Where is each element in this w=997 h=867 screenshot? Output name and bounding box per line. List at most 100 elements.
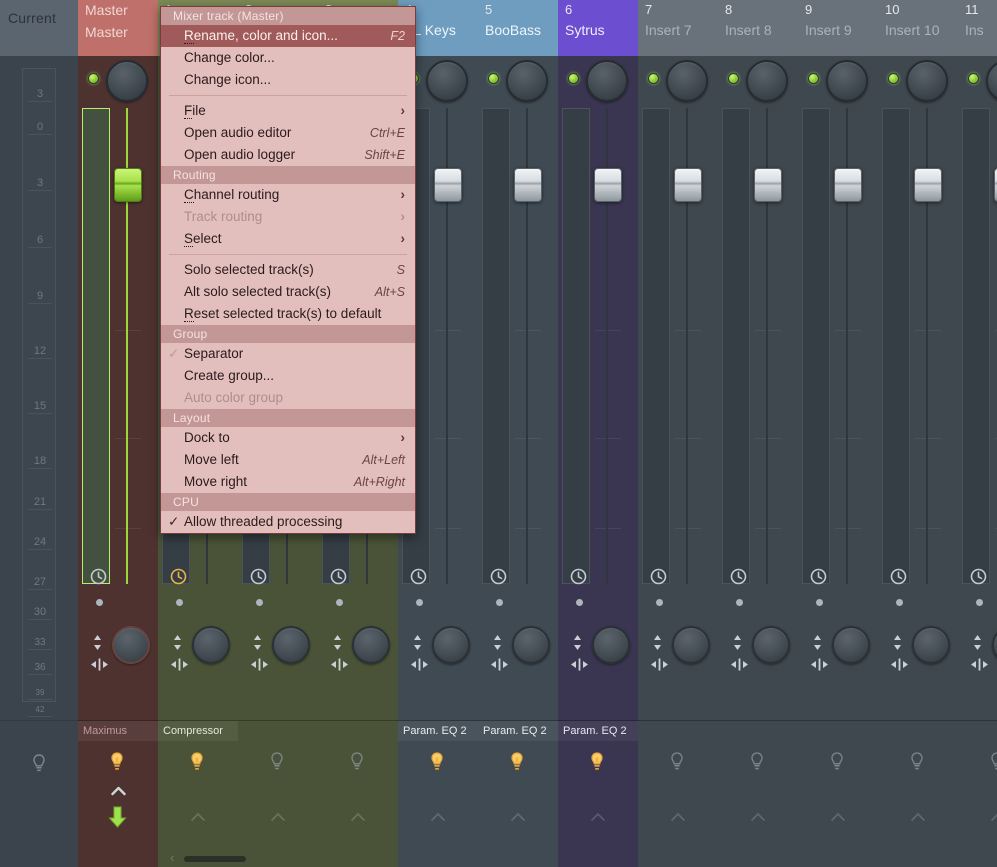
mixer-track-context-menu[interactable]: Mixer track (Master) Rename, color and i… <box>160 6 416 534</box>
enable-led[interactable] <box>88 73 99 84</box>
menu-item[interactable]: Change color... <box>161 47 415 69</box>
pan-knob[interactable] <box>832 626 870 664</box>
stereo-separation-icon[interactable] <box>810 634 825 656</box>
volume-knob[interactable] <box>906 60 948 102</box>
pan-icon[interactable] <box>890 657 909 677</box>
mixer-strip[interactable]: Master Master Maximus <box>78 0 158 867</box>
bulb-icon[interactable] <box>268 751 286 780</box>
slot-arrow-icon[interactable] <box>670 809 686 827</box>
mixer-strip[interactable]: 5 BooBass Param. EQ 2 <box>478 0 558 867</box>
volume-fader-handle[interactable] <box>914 168 942 202</box>
volume-knob[interactable] <box>986 60 997 102</box>
menu-item[interactable]: File › <box>161 100 415 122</box>
slot-arrow-icon[interactable] <box>910 809 926 827</box>
stereo-separation-icon[interactable] <box>890 634 905 656</box>
menu-item[interactable]: Alt solo selected track(s) Alt+S <box>161 281 415 303</box>
bulb-icon[interactable] <box>908 751 926 780</box>
effect-slot-area[interactable]: Compressor <box>158 720 238 867</box>
effect-slot-area[interactable] <box>718 720 798 867</box>
effect-slot-area[interactable]: Param. EQ 2 <box>478 720 558 867</box>
stereo-separation-icon[interactable] <box>730 634 745 656</box>
record-dot-icon[interactable] <box>656 599 663 606</box>
menu-item[interactable]: Select › <box>161 228 415 250</box>
volume-knob[interactable] <box>746 60 788 102</box>
enable-led[interactable] <box>808 73 819 84</box>
slot-arrow-icon[interactable] <box>190 809 206 827</box>
volume-knob[interactable] <box>106 60 148 102</box>
menu-item[interactable]: ✓ Allow threaded processing <box>161 511 415 533</box>
horizontal-scrollbar[interactable]: ‹ <box>170 850 288 866</box>
strip-header[interactable]: 7 Insert 7 <box>638 0 718 56</box>
pan-icon[interactable] <box>410 657 429 677</box>
record-dot-icon[interactable] <box>176 599 183 606</box>
slot-arrow-icon[interactable] <box>830 809 846 827</box>
scrollbar-thumb[interactable] <box>184 856 246 862</box>
pan-icon[interactable] <box>570 657 589 677</box>
enable-led[interactable] <box>888 73 899 84</box>
clock-icon[interactable] <box>330 568 347 590</box>
arrow-down-icon[interactable] <box>108 806 127 833</box>
mixer-strip[interactable]: 7 Insert 7 <box>638 0 718 867</box>
volume-fader-handle[interactable] <box>514 168 542 202</box>
effect-slot-area[interactable] <box>238 720 318 867</box>
record-dot-icon[interactable] <box>736 599 743 606</box>
pan-knob[interactable] <box>992 626 997 664</box>
pan-knob[interactable] <box>752 626 790 664</box>
pan-icon[interactable] <box>90 657 109 677</box>
effect-slot-area[interactable] <box>318 720 398 867</box>
bulb-icon[interactable] <box>668 751 686 780</box>
stereo-separation-icon[interactable] <box>650 634 665 656</box>
pan-icon[interactable] <box>730 657 749 677</box>
record-dot-icon[interactable] <box>256 599 263 606</box>
stereo-separation-icon[interactable] <box>970 634 985 656</box>
pan-knob[interactable] <box>192 626 230 664</box>
pan-icon[interactable] <box>810 657 829 677</box>
stereo-separation-icon[interactable] <box>570 634 585 656</box>
volume-fader-handle[interactable] <box>674 168 702 202</box>
mixer-strip[interactable]: 11 Ins <box>958 0 997 867</box>
clock-icon[interactable] <box>490 568 507 590</box>
clock-icon[interactable] <box>730 568 747 590</box>
effect-slot-name[interactable]: Maximus <box>78 721 158 741</box>
volume-fader-handle[interactable] <box>594 168 622 202</box>
pan-icon[interactable] <box>170 657 189 677</box>
clock-icon[interactable] <box>90 568 107 590</box>
slot-arrow-icon[interactable] <box>990 809 997 827</box>
bulb-icon[interactable] <box>108 751 126 780</box>
enable-led[interactable] <box>488 73 499 84</box>
pan-knob[interactable] <box>912 626 950 664</box>
pan-knob[interactable] <box>512 626 550 664</box>
pan-icon[interactable] <box>970 657 989 677</box>
slot-arrow-icon[interactable] <box>750 809 766 827</box>
effect-slot-name[interactable]: Compressor <box>158 721 238 741</box>
menu-item[interactable]: Move right Alt+Right <box>161 471 415 493</box>
bulb-icon[interactable] <box>30 753 48 780</box>
strip-header[interactable]: 11 Ins <box>958 0 997 56</box>
mixer-strip[interactable]: 9 Insert 9 <box>798 0 878 867</box>
pan-knob[interactable] <box>432 626 470 664</box>
stereo-separation-icon[interactable] <box>90 634 105 656</box>
stereo-separation-icon[interactable] <box>250 634 265 656</box>
effect-slot-area[interactable]: Maximus <box>78 720 158 867</box>
effect-slot-area[interactable] <box>798 720 878 867</box>
pan-knob[interactable] <box>352 626 390 664</box>
menu-item[interactable]: Open audio logger Shift+E <box>161 144 415 166</box>
stereo-separation-icon[interactable] <box>410 634 425 656</box>
clock-icon[interactable] <box>810 568 827 590</box>
enable-led[interactable] <box>568 73 579 84</box>
strip-header[interactable]: Master Master <box>78 0 158 56</box>
record-dot-icon[interactable] <box>96 599 103 606</box>
record-dot-icon[interactable] <box>336 599 343 606</box>
stereo-separation-icon[interactable] <box>170 634 185 656</box>
volume-fader-handle[interactable] <box>434 168 462 202</box>
volume-knob[interactable] <box>426 60 468 102</box>
pan-icon[interactable] <box>650 657 669 677</box>
volume-fader-handle[interactable] <box>834 168 862 202</box>
effect-slot-name[interactable]: Param. EQ 2 <box>558 721 638 741</box>
menu-item[interactable]: Rename, color and icon... F2 <box>161 25 415 47</box>
pan-knob[interactable] <box>672 626 710 664</box>
record-dot-icon[interactable] <box>816 599 823 606</box>
pan-icon[interactable] <box>330 657 349 677</box>
menu-item[interactable]: Open audio editor Ctrl+E <box>161 122 415 144</box>
menu-item[interactable]: Move left Alt+Left <box>161 449 415 471</box>
